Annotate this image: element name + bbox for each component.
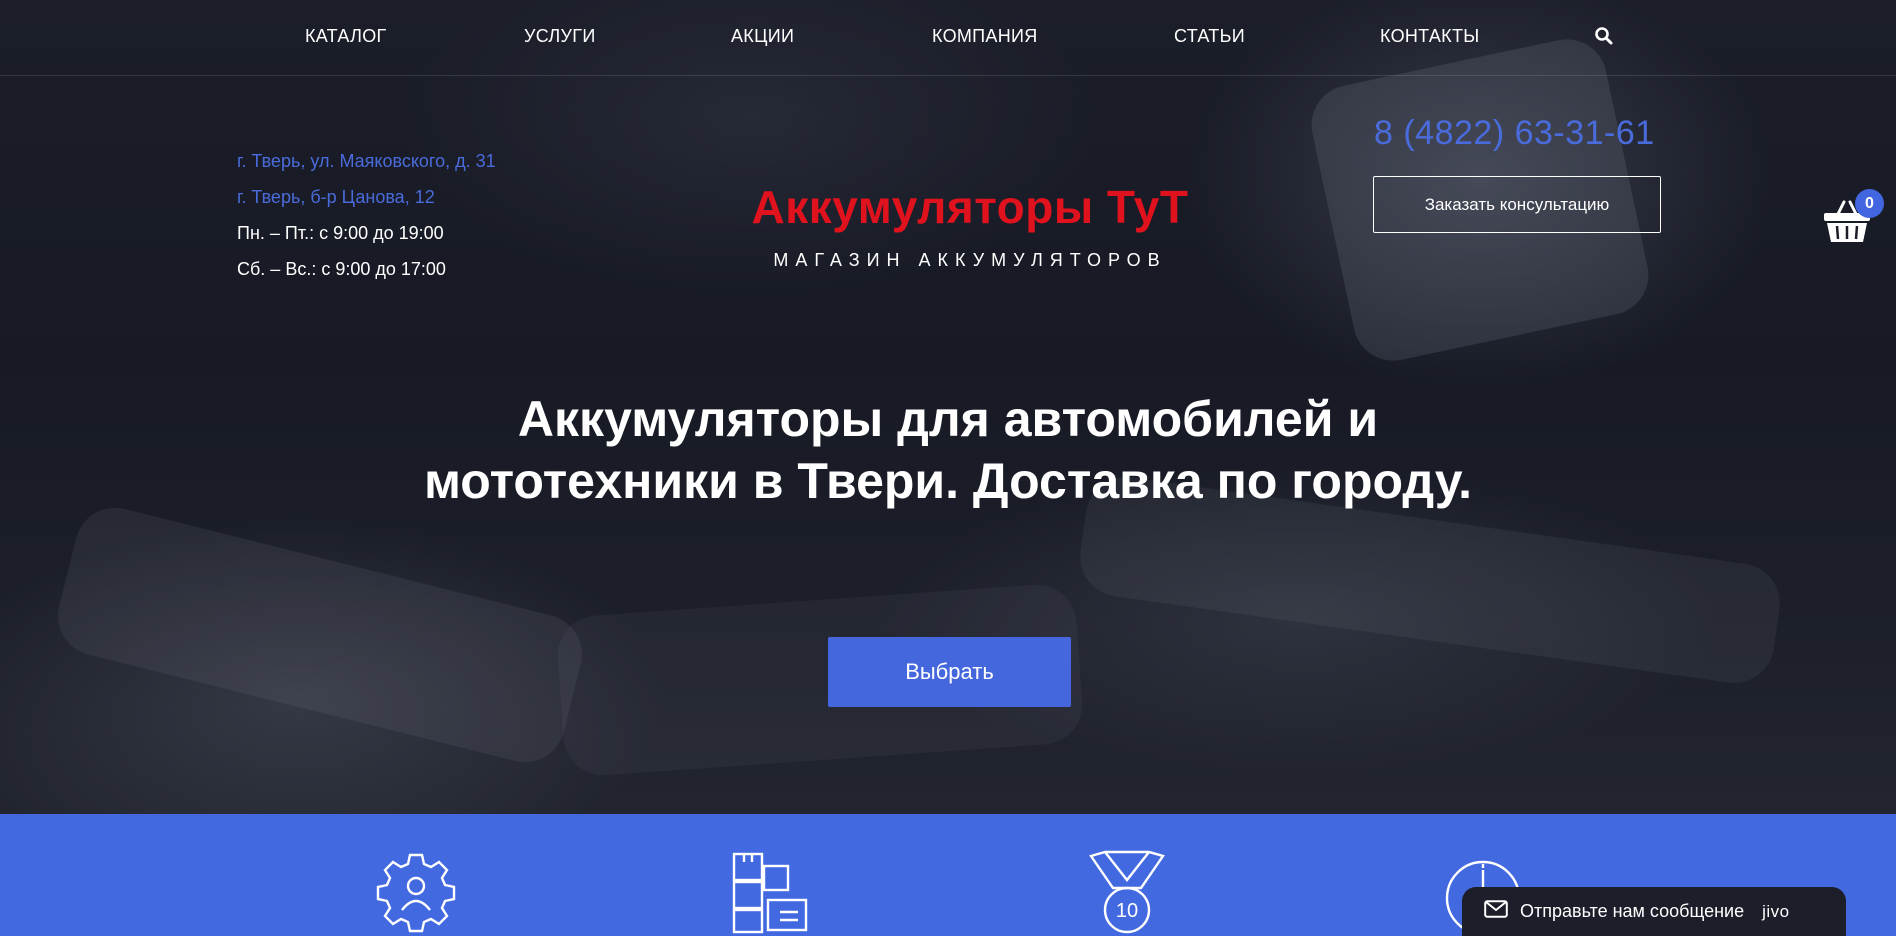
background-hose-shape: [49, 499, 591, 771]
boxes-icon: [730, 850, 810, 936]
medal-number: 10: [1116, 900, 1138, 922]
phone-number[interactable]: 8 (4822) 63-31-61: [1374, 114, 1655, 153]
nav-item-services[interactable]: УСЛУГИ: [524, 26, 596, 47]
gear-person-icon: [376, 850, 456, 936]
contact-info: г. Тверь, ул. Маяковского, д. 31 г. Твер…: [237, 143, 496, 287]
chat-widget-label: Отправьте нам сообщение: [1520, 901, 1745, 921]
top-navigation: КАТАЛОГ УСЛУГИ АКЦИИ КОМПАНИЯ СТАТЬИ КОН…: [0, 0, 1896, 76]
hours-weekdays: Пн. – Пт.: с 9:00 до 19:00: [237, 223, 444, 243]
nav-item-articles[interactable]: СТАТЬИ: [1174, 26, 1245, 47]
hours-weekend: Сб. – Вс.: с 9:00 до 17:00: [237, 259, 446, 279]
hero-headline-line1: Аккумуляторы для автомобилей и: [517, 391, 1379, 447]
cart-count-badge: 0: [1855, 189, 1884, 218]
nav-item-contacts[interactable]: КОНТАКТЫ: [1380, 26, 1480, 47]
address-mayakovskogo[interactable]: г. Тверь, ул. Маяковского, д. 31: [237, 143, 496, 179]
nav-item-company[interactable]: КОМПАНИЯ: [932, 26, 1038, 47]
order-consultation-button[interactable]: Заказать консультацию: [1373, 176, 1661, 233]
envelope-icon: [1484, 900, 1508, 923]
logo[interactable]: Аккумуляторы ТуТ МАГАЗИН АККУМУЛЯТОРОВ: [730, 180, 1210, 271]
medal-10-icon: 10: [1087, 850, 1167, 936]
logo-title: Аккумуляторы ТуТ: [751, 181, 1189, 233]
address-tsanova[interactable]: г. Тверь, б-р Цанова, 12: [237, 179, 496, 215]
choose-button[interactable]: Выбрать: [828, 637, 1071, 707]
nav-item-catalog[interactable]: КАТАЛОГ: [305, 26, 387, 47]
hero-headline-line2: мототехники в Твери. Доставка по городу.: [423, 453, 1473, 509]
nav-item-promotions[interactable]: АКЦИИ: [731, 26, 794, 47]
logo-subtitle: МАГАЗИН АККУМУЛЯТОРОВ: [773, 250, 1167, 270]
chat-widget-brand: jivo: [1762, 901, 1790, 921]
search-icon[interactable]: [1594, 26, 1614, 46]
hero-headline: Аккумуляторы для автомобилей и мототехни…: [348, 388, 1548, 512]
chat-widget[interactable]: Отправьте нам сообщение jivo: [1462, 887, 1846, 936]
